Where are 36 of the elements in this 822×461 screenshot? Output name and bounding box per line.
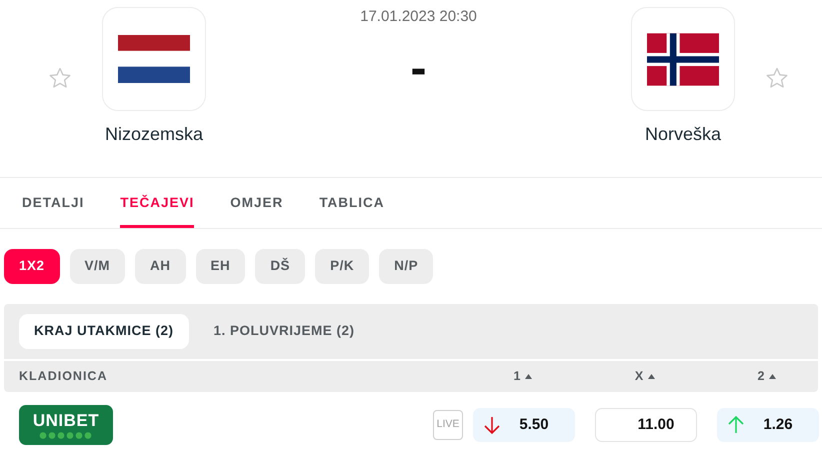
market-chip[interactable]: AH bbox=[135, 249, 186, 284]
market-chip[interactable]: V/M bbox=[70, 249, 126, 284]
market-chip[interactable]: DŠ bbox=[255, 249, 306, 284]
dots-icon bbox=[38, 432, 94, 438]
team-name: Norveška bbox=[644, 123, 722, 146]
period-tab[interactable]: KRAJ UTAKMICE (2) bbox=[19, 314, 188, 349]
star-icon[interactable] bbox=[48, 66, 72, 90]
match-score: - bbox=[410, 44, 426, 92]
sort-icon[interactable] bbox=[769, 374, 776, 379]
team-name: Nizozemska bbox=[104, 123, 204, 146]
tab[interactable]: OMJER bbox=[230, 178, 284, 228]
tab[interactable]: TABLICA bbox=[319, 178, 385, 228]
market-chip[interactable]: 1X2 bbox=[4, 249, 60, 284]
star-icon[interactable] bbox=[765, 66, 789, 90]
market-chip[interactable]: N/P bbox=[379, 249, 434, 284]
odds-button[interactable]: 5.50 bbox=[473, 408, 575, 442]
flag-icon bbox=[647, 32, 719, 86]
odds-button[interactable]: 1.26 bbox=[717, 408, 819, 442]
sort-icon[interactable] bbox=[525, 374, 532, 379]
bookmaker-logo[interactable]: UNIBET bbox=[19, 405, 113, 445]
tab[interactable]: DETALJI bbox=[22, 178, 84, 228]
odds-button[interactable]: 11.00 bbox=[595, 408, 697, 442]
live-badge: LIVE bbox=[433, 410, 463, 440]
column-header[interactable]: X bbox=[634, 367, 644, 386]
column-header[interactable]: 1 bbox=[514, 367, 522, 386]
arrow-up-icon bbox=[727, 415, 745, 435]
market-chip[interactable]: P/K bbox=[315, 249, 370, 284]
column-header: KLADIONICA bbox=[18, 368, 108, 386]
period-tab[interactable]: 1. POLUVRIJEME (2) bbox=[198, 314, 370, 349]
market-chip[interactable]: EH bbox=[196, 249, 246, 284]
sort-icon[interactable] bbox=[648, 374, 656, 379]
tab[interactable]: TEČAJEVI bbox=[120, 178, 194, 228]
match-datetime: 17.01.2023 20:30 bbox=[360, 7, 477, 27]
arrow-down-icon bbox=[483, 415, 501, 435]
column-header[interactable]: 2 bbox=[758, 367, 766, 386]
flag-icon bbox=[118, 35, 190, 83]
